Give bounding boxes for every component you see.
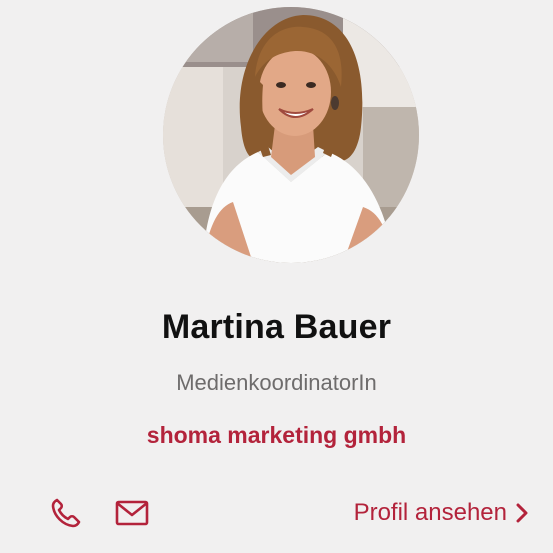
phone-icon bbox=[51, 498, 81, 528]
view-profile-label: Profil ansehen bbox=[353, 499, 507, 526]
avatar-photo bbox=[163, 7, 419, 263]
view-profile-link[interactable]: Profil ansehen bbox=[354, 498, 529, 528]
job-title: MedienkoordinatorIn bbox=[176, 370, 377, 395]
avatar bbox=[163, 7, 419, 263]
email-button[interactable] bbox=[114, 496, 150, 530]
call-button[interactable] bbox=[49, 496, 85, 530]
chevron-right-icon bbox=[515, 502, 529, 524]
company-name[interactable]: shoma marketing gmbh bbox=[0, 422, 553, 449]
contact-card: Martina Bauer MedienkoordinatorIn shoma … bbox=[0, 0, 553, 553]
mail-icon bbox=[115, 500, 149, 526]
person-name: Martina Bauer bbox=[161, 308, 392, 346]
